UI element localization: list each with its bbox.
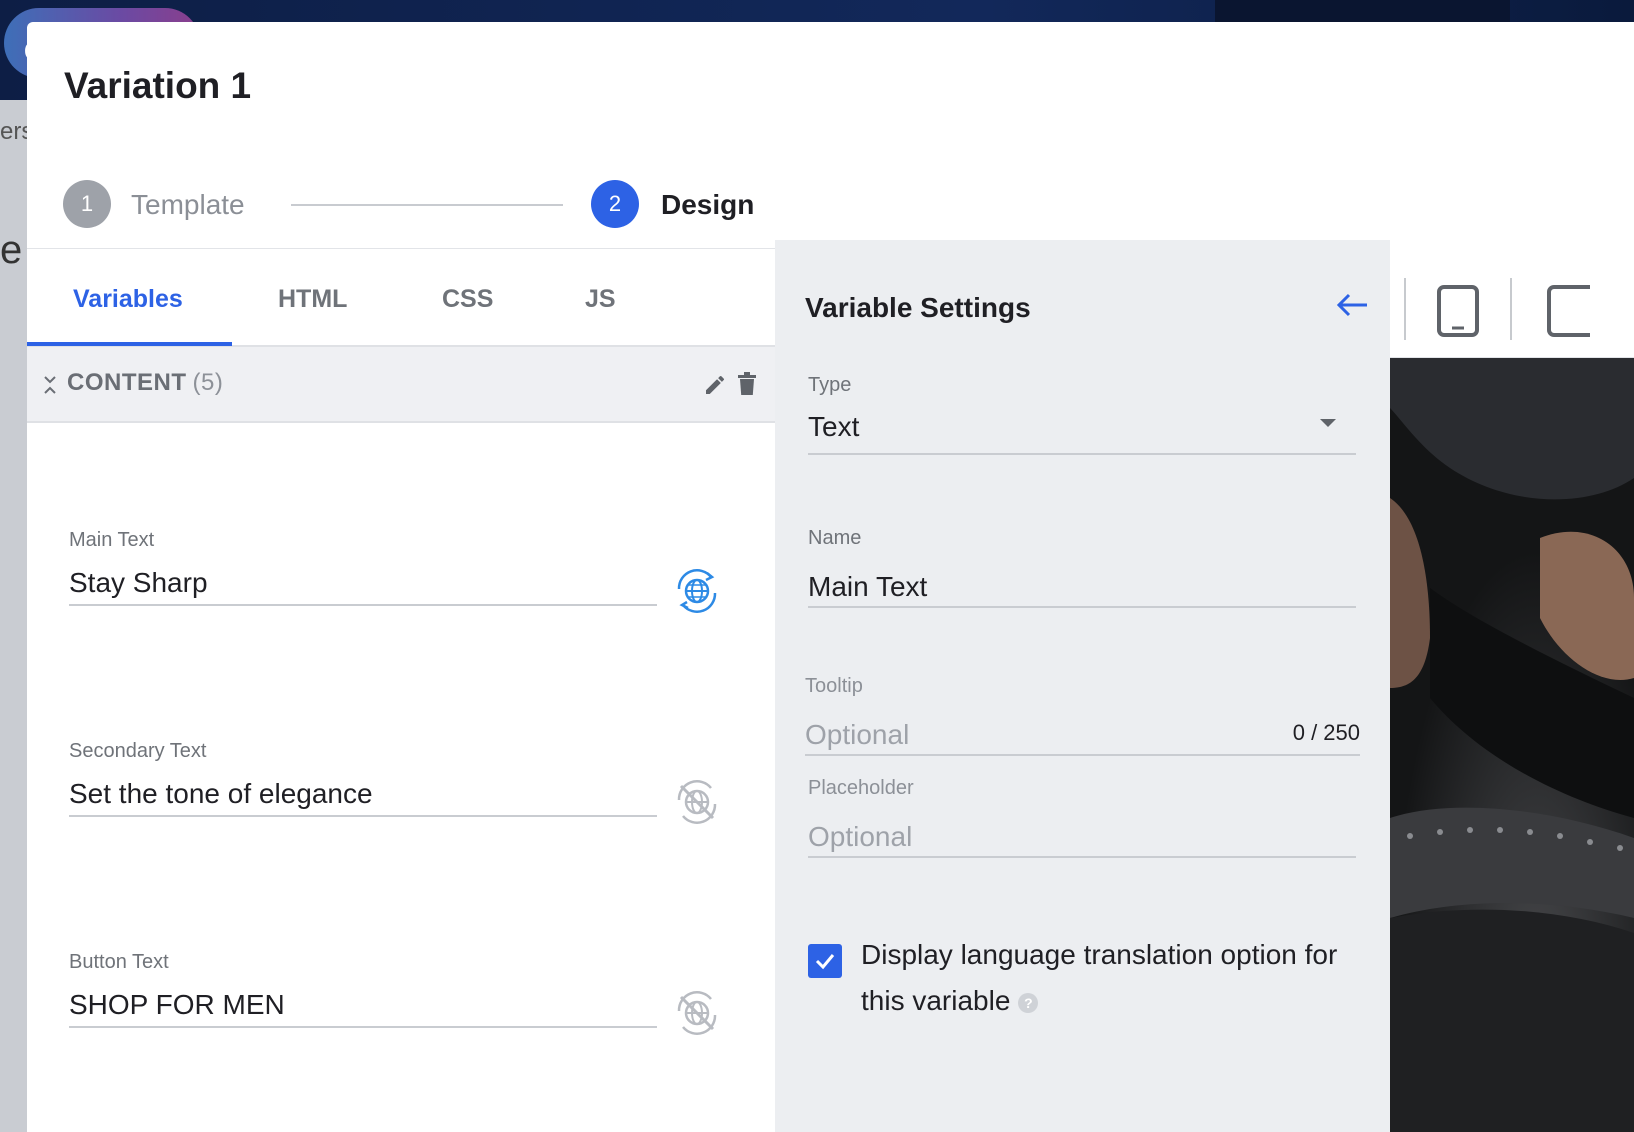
step-template-label[interactable]: Template [131,189,245,221]
section-title-text: CONTENT [67,369,187,396]
step-2-circle[interactable]: 2 [591,180,639,228]
section-title: CONTENT (5) [67,369,223,397]
active-tab-indicator [27,342,232,346]
translation-checkbox-label[interactable]: Display language translation option for … [861,932,1371,1024]
back-arrow-icon[interactable] [1335,290,1369,320]
type-select[interactable]: Text [808,405,1356,455]
checkmark-icon [815,954,835,970]
main-text-input[interactable] [69,562,657,606]
tooltip-input[interactable] [805,712,1245,758]
secondary-text-input[interactable] [69,773,657,817]
placeholder-field: Placeholder [808,777,1356,860]
variable-field-button-text: Button Text [69,951,717,1035]
tooltip-input-wrap: 0 / 250 [805,706,1360,758]
translation-checkbox-text: Display language translation option for … [861,939,1338,1016]
toolbar-divider [1510,278,1512,340]
name-input-wrap [808,558,1356,610]
globe-translate-icon[interactable] [673,567,721,615]
variable-settings-panel: Variable Settings Type Text Name Tooltip… [775,240,1390,1132]
step-design-label[interactable]: Design [661,189,754,221]
tablet-landscape-icon[interactable] [1546,284,1590,338]
translation-checkbox[interactable] [808,944,842,978]
chevron-down-icon[interactable] [1320,419,1336,427]
preview-device-toolbar [1390,240,1634,358]
placeholder-label: Placeholder [808,777,914,799]
button-text-input[interactable] [69,984,657,1028]
translation-disabled-icon[interactable] [673,778,721,826]
name-input[interactable] [808,564,1356,610]
help-icon[interactable]: ? [1018,992,1039,1013]
background-side-text-large: e [0,228,23,272]
background-bar-block [1215,0,1510,22]
field-label: Button Text [69,951,169,973]
name-label: Name [808,527,862,549]
content-section-header[interactable]: CONTENT (5) [27,347,798,423]
pencil-icon[interactable] [703,373,727,397]
collapse-icon[interactable] [41,373,59,397]
type-select-value: Text [808,411,860,442]
settings-title: Variable Settings [805,292,1031,323]
step-1-circle[interactable]: 1 [63,180,111,228]
field-label: Main Text [69,529,155,551]
placeholder-input-wrap [808,808,1356,860]
type-select-field[interactable]: Type Text [808,374,1356,455]
tab-js[interactable]: JS [585,285,616,314]
tab-variables[interactable]: Variables [73,285,183,314]
background-side-text: ers [0,118,30,145]
tooltip-label: Tooltip [805,675,863,697]
variables-panel: Variables HTML CSS JS CONTENT (5) Main T… [27,249,800,1132]
editor-tabs: Variables HTML CSS JS [27,249,798,347]
preview-image [1390,358,1634,1132]
section-count: (5) [192,369,224,396]
variable-field-secondary-text: Secondary Text [69,740,717,824]
variation-modal: Variation 1 1 Template 2 Design Variable… [27,22,1634,1132]
stepper-connector [291,204,563,206]
toolbar-divider [1404,278,1406,340]
variable-field-main-text: Main Text [69,529,717,613]
tooltip-field: Tooltip 0 / 250 [805,675,1360,758]
tooltip-char-count: 0 / 250 [1292,720,1360,745]
trash-icon[interactable] [735,371,759,397]
type-label: Type [808,374,852,396]
placeholder-input[interactable] [808,814,1356,860]
translation-disabled-icon[interactable] [673,989,721,1037]
modal-title: Variation 1 [64,65,252,106]
field-label: Secondary Text [69,740,207,762]
name-field: Name [808,527,1356,610]
tab-html[interactable]: HTML [278,285,347,314]
shoe-photo [1390,358,1634,1132]
tab-css[interactable]: CSS [442,285,493,314]
tablet-icon[interactable] [1436,284,1480,338]
